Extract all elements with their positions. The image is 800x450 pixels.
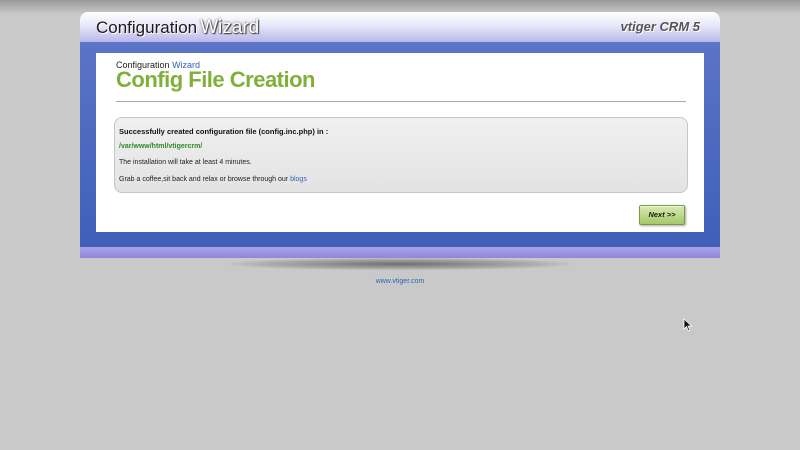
config-path: /var/www/html/vtigercrm/ (119, 143, 203, 150)
footer-link[interactable]: www.vtiger.com (0, 278, 800, 285)
install-time-note: The installation will take at least 4 mi… (119, 159, 252, 166)
title-divider (116, 101, 686, 102)
page-title: Config File Creation (116, 67, 316, 92)
blog-note-text: Grab a coffee,sit back and relax or brow… (119, 176, 289, 183)
brand-highlight: Wizard (200, 17, 260, 38)
product-name: vtiger CRM 5 (620, 19, 700, 34)
wizard-frame: Configuration Wizard Config File Creatio… (80, 42, 720, 247)
wizard-window: Configuration Wizard vtiger CRM 5 Configu… (80, 12, 720, 270)
next-button[interactable]: Next >> (639, 205, 685, 225)
blogs-link[interactable]: blogs (290, 176, 307, 183)
content-panel: Configuration Wizard Config File Creatio… (96, 53, 704, 232)
wizard-bottom-strip (80, 247, 720, 258)
wizard-brand: Configuration Wizard (96, 17, 259, 39)
success-message: Successfully created configuration file … (119, 127, 329, 136)
brand-prefix: Configuration (96, 18, 198, 37)
status-message-box: Successfully created configuration file … (114, 117, 688, 193)
wizard-header: Configuration Wizard vtiger CRM 5 (80, 12, 720, 42)
wizard-shadow (230, 258, 570, 270)
blog-note: Grab a coffee,sit back and relax or brow… (119, 176, 307, 183)
mouse-pointer-icon (683, 318, 693, 332)
